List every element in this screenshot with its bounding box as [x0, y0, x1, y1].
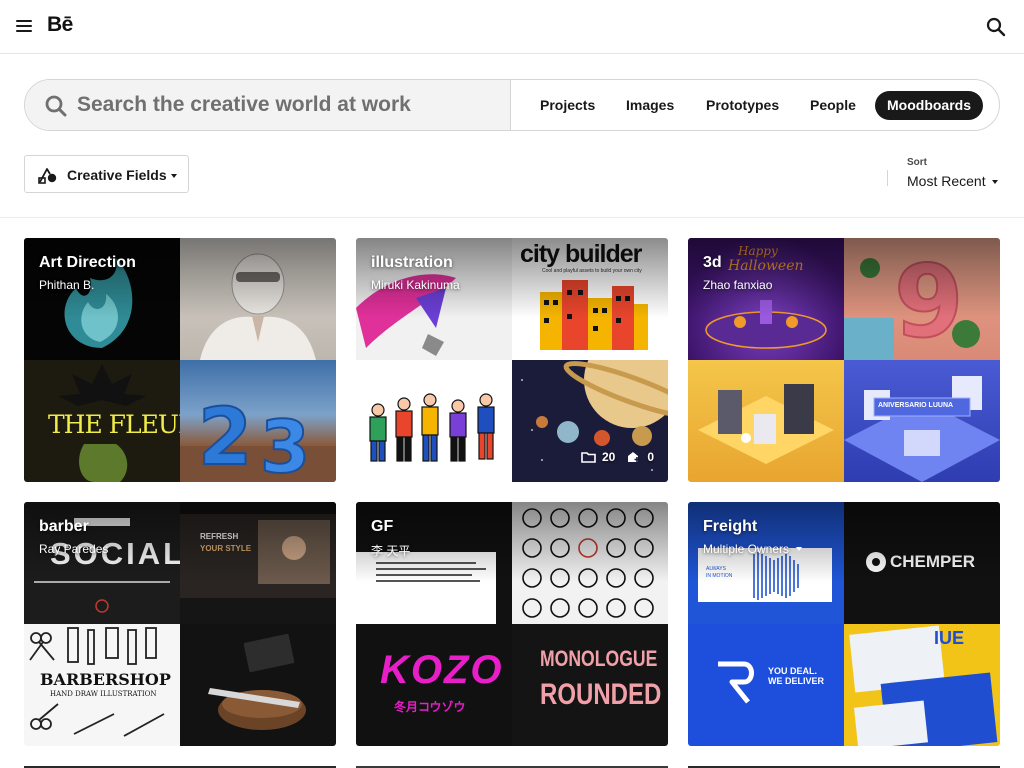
- moodboard-card[interactable]: SOCIAL REFRESH YOUR STYLE BARBERSHOP HAN…: [24, 502, 336, 746]
- tile-text: ALWAYS: [706, 566, 726, 572]
- moodboard-image: BARBERSHOP HAND DRAW ILLUSTRATION: [24, 624, 180, 746]
- moodboard-owner[interactable]: Miruki Kakinuma: [371, 278, 460, 292]
- moodboard-title[interactable]: GF: [371, 518, 393, 536]
- tile-text: 冬月コウゾウ: [394, 700, 466, 714]
- tab-projects[interactable]: Projects: [528, 91, 607, 120]
- moodboard-image: ANIVERSARIO LUUNA: [844, 360, 1000, 482]
- svg-text:3: 3: [260, 405, 310, 482]
- svg-text:9: 9: [894, 243, 964, 360]
- moodboard-card[interactable]: ALWAYS IN MOTION CHEMPER YOU DEAL. WE DE…: [688, 502, 1000, 746]
- chevron-down-icon[interactable]: [992, 180, 998, 184]
- tile-text: KOZO: [380, 648, 504, 692]
- moodboard-card[interactable]: Happy Halloween 9 ANIVERSARIO LUUNA 3d Z…: [688, 238, 1000, 482]
- moodboard-image: 9: [844, 238, 1000, 360]
- tile-text: IUE: [934, 628, 965, 648]
- follower-count: 0: [647, 450, 654, 464]
- tile-text: ANIVERSARIO LUUNA: [878, 402, 954, 409]
- moodboard-owner[interactable]: Multiple Owners: [703, 542, 803, 556]
- moodboard-card[interactable]: THE FLEUR 2 3 Art Direction Phithan B.: [24, 238, 336, 482]
- creative-fields-icon: [38, 168, 57, 184]
- project-count: 20: [601, 450, 616, 464]
- tile-text: ROUNDED: [540, 678, 662, 711]
- moodboard-title[interactable]: Freight: [703, 518, 757, 536]
- chevron-down-icon[interactable]: [796, 547, 803, 551]
- moodboard-title[interactable]: barber: [39, 518, 89, 536]
- follow-icon: [628, 452, 640, 462]
- svg-text:2: 2: [198, 393, 252, 482]
- tile-text: BARBERSHOP: [40, 670, 171, 689]
- search-bar: Projects Images Prototypes People Moodbo…: [24, 79, 1000, 131]
- moodboard-image: [512, 502, 668, 624]
- moodboard-image: city builder Cool and playful assets to …: [512, 238, 668, 360]
- moodboard-title[interactable]: 3d: [703, 254, 722, 272]
- sort-divider: [887, 170, 888, 186]
- moodboard-image: REFRESH YOUR STYLE: [180, 502, 336, 624]
- divider: [0, 217, 1024, 218]
- folder-icon: [581, 452, 596, 463]
- moodboard-image: CHEMPER: [844, 502, 1000, 624]
- moodboard-image: MONOLOGUE ROUNDED: [512, 624, 668, 746]
- moodboard-image: [180, 238, 336, 360]
- behance-logo[interactable]: Bē: [47, 13, 73, 37]
- moodboard-image: [356, 360, 512, 482]
- moodboard-image: YOU DEAL. WE DELIVER: [688, 624, 844, 746]
- moodboard-owner[interactable]: 李 天平: [371, 542, 410, 559]
- tile-text: CHEMPER: [890, 552, 976, 571]
- tab-people[interactable]: People: [798, 91, 868, 120]
- moodboard-owner[interactable]: Zhao fanxiao: [703, 278, 772, 292]
- moodboard-card[interactable]: city builder Cool and playful assets to …: [356, 238, 668, 482]
- moodboard-owner[interactable]: Ray Paredes: [39, 542, 108, 556]
- moodboard-image: THE FLEUR: [24, 360, 180, 482]
- moodboard-image: 20 0: [512, 360, 668, 482]
- search-input[interactable]: [77, 88, 497, 122]
- sort-dropdown[interactable]: Most Recent: [907, 173, 986, 189]
- tab-prototypes[interactable]: Prototypes: [694, 91, 791, 120]
- tile-text: MONOLOGUE: [540, 646, 658, 671]
- search-icon[interactable]: [986, 17, 1006, 37]
- moodboard-image: 2 3: [180, 360, 336, 482]
- moodboard-card[interactable]: KOZO 冬月コウゾウ MONOLOGUE ROUNDED GF 李 天平: [356, 502, 668, 746]
- tile-text: REFRESH: [200, 532, 239, 541]
- creative-fields-label: Creative Fields: [67, 167, 167, 183]
- sort-caption: Sort: [907, 157, 927, 168]
- tile-text: YOU DEAL.: [768, 666, 818, 676]
- search-icon: [45, 95, 67, 117]
- moodboard-stats: 20 0: [581, 450, 654, 464]
- moodboard-image: [180, 624, 336, 746]
- sort-value: Most Recent: [907, 173, 986, 189]
- tile-text: THE FLEUR: [48, 410, 180, 439]
- tile-text: HAND DRAW ILLUSTRATION: [50, 690, 157, 698]
- tab-images[interactable]: Images: [614, 91, 686, 120]
- moodboard-owner-label: Multiple Owners: [703, 542, 790, 556]
- moodboard-image: IUE: [844, 624, 1000, 746]
- moodboard-image: KOZO 冬月コウゾウ: [356, 624, 512, 746]
- moodboard-owner[interactable]: Phithan B.: [39, 278, 94, 292]
- moodboard-title[interactable]: illustration: [371, 254, 453, 272]
- tile-text: YOUR STYLE: [200, 544, 252, 553]
- tile-text: WE DELIVER: [768, 676, 825, 686]
- top-navigation-bar: Bē: [0, 0, 1024, 54]
- tile-text: IN MOTION: [706, 573, 733, 579]
- moodboard-image: [688, 360, 844, 482]
- search-field-container: [25, 80, 511, 130]
- chevron-down-icon: [171, 174, 177, 178]
- moodboard-title[interactable]: Art Direction: [39, 254, 136, 272]
- hamburger-menu-icon[interactable]: [16, 19, 32, 33]
- creative-fields-dropdown[interactable]: Creative Fields: [24, 155, 189, 193]
- tab-moodboards[interactable]: Moodboards: [875, 91, 983, 120]
